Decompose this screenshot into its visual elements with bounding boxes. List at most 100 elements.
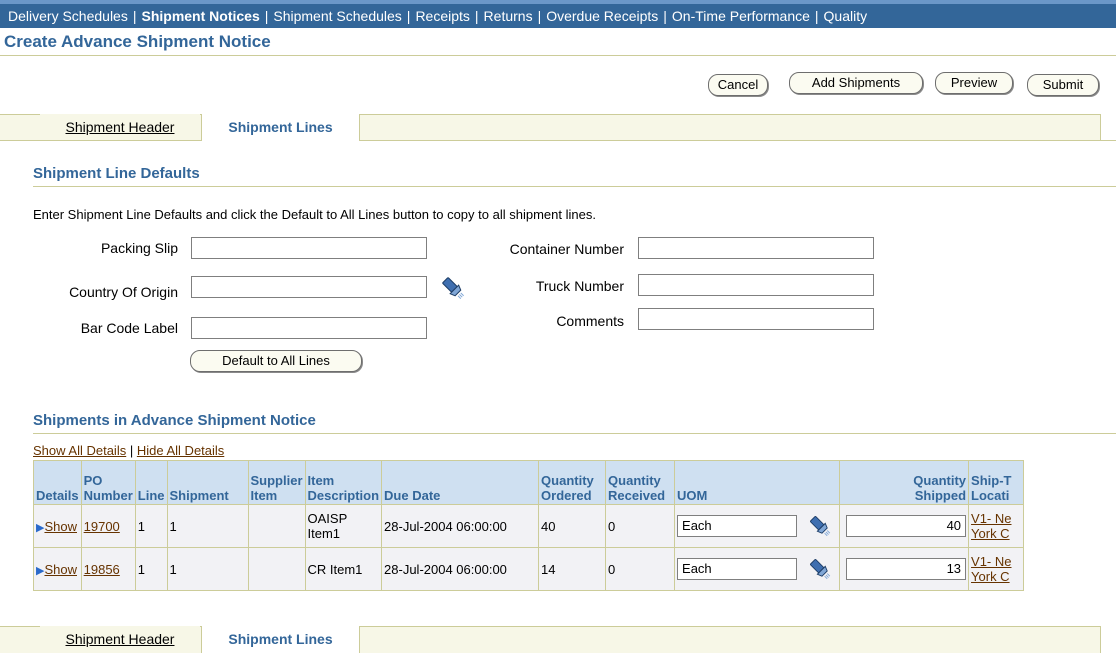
packing-slip-label: Packing Slip [100,240,178,256]
item-description-line2: Item1 [307,526,341,541]
due-date-cell: 28-Jul-2004 06:00:00 [381,547,540,591]
tab-bar-top: Shipment Header Shipment Lines [0,114,1116,141]
bar-code-label-input[interactable] [191,317,427,339]
nav-on-time-performance[interactable]: On-Time Performance [672,8,810,24]
ship-to-cell: V1- Ne York C [968,504,1025,548]
comments-input[interactable] [638,308,874,330]
item-description-cell: CR Item1 [304,547,383,591]
shipment-cell: 1 [166,547,249,591]
shipments-heading: Shipments in Advance Shipment Notice [33,412,316,429]
col-supplier-item-line1: Supplier [250,473,303,488]
uom-cell: Each [674,547,841,591]
tab-shipment-lines[interactable]: Shipment Lines [201,626,360,653]
col-item-description-line2: Description [307,488,380,503]
links-separator: | [129,443,134,458]
defaults-instructions: Enter Shipment Line Defaults and click t… [33,207,596,222]
col-quantity-received: Quantity Received [605,460,676,505]
tab-bar-line [0,140,1116,141]
line-cell: 1 [134,547,168,591]
search-flashlight-icon[interactable] [807,513,833,539]
ship-to-link[interactable]: V1- Ne York C [971,554,1011,584]
title-divider [0,55,1116,56]
default-to-all-lines-button[interactable]: Default to All Lines [190,350,362,372]
quantity-shipped-cell: 40 [839,504,970,548]
nav-quality[interactable]: Quality [824,8,868,24]
supplier-item-cell [247,504,306,548]
detail-links: Show All Details | Hide All Details [33,443,224,458]
po-number-link[interactable]: 19856 [84,562,120,577]
quantity-ordered-cell: 40 [538,504,607,548]
nav-separator: | [132,8,137,24]
table-row: ▶Show 19700 1 1 OAISP Item1 28-Jul-2004 0… [33,504,1025,548]
nav-shipment-schedules[interactable]: Shipment Schedules [273,8,401,24]
shipments-divider [33,433,1116,434]
col-po-number: PO Number [80,460,136,505]
table-header-row: Details PO Number Line Shipment Supplier I… [33,460,1025,505]
col-quantity-shipped-line1: Quantity [913,473,967,488]
container-number-input[interactable] [638,237,874,259]
line-cell: 1 [134,504,168,548]
top-navigation: Delivery Schedules | Shipment Notices | Ship… [0,0,1116,28]
preview-button[interactable]: Preview [935,72,1013,94]
col-quantity-shipped: Quantity Shipped [839,460,970,505]
nav-separator: | [663,8,667,24]
shipments-table: Details PO Number Line Shipment Supplier I… [33,460,1025,591]
nav-separator: | [474,8,479,24]
po-number-cell: 19700 [80,504,136,548]
packing-slip-input[interactable] [191,237,427,259]
nav-separator: | [537,8,542,24]
hide-all-details-link[interactable]: Hide All Details [137,443,224,458]
truck-number-input[interactable] [638,274,874,296]
item-description-cell: OAISP Item1 [304,504,383,548]
container-number-label: Container Number [509,241,624,257]
shipment-cell: 1 [166,504,249,548]
tab-shipment-header[interactable]: Shipment Header [40,626,200,652]
uom-input[interactable]: Each [677,558,798,580]
tab-shipment-lines[interactable]: Shipment Lines [201,114,360,141]
quantity-ordered-cell: 14 [538,547,607,591]
uom-input[interactable]: Each [677,515,798,537]
nav-receipts[interactable]: Receipts [415,8,469,24]
nav-separator: | [406,8,411,24]
tab-bar-bottom: Shipment Header Shipment Lines [0,626,1116,653]
table-row: ▶Show 19856 1 1 CR Item1 28-Jul-2004 06:… [33,547,1025,591]
po-number-link[interactable]: 19700 [84,519,120,534]
add-shipments-button[interactable]: Add Shipments [789,72,923,94]
col-po-number-line1: PO [83,473,103,488]
col-supplier-item-line2: Item [250,488,278,503]
ship-to-line2: York C [971,569,1010,584]
nav-delivery-schedules[interactable]: Delivery Schedules [8,8,128,24]
quantity-shipped-input[interactable]: 13 [846,558,967,580]
col-quantity-ordered-line1: Quantity [541,473,594,488]
ship-to-cell: V1- Ne York C [968,547,1025,591]
nav-shipment-notices[interactable]: Shipment Notices [141,8,259,24]
col-quantity-received-line1: Quantity [608,473,661,488]
quantity-received-cell: 0 [605,547,676,591]
nav-items: Delivery Schedules | Shipment Notices | Ship… [8,8,867,24]
col-supplier-item: Supplier Item [247,460,306,505]
country-of-origin-input[interactable] [191,276,427,298]
search-flashlight-icon[interactable] [807,556,833,582]
page-title: Create Advance Shipment Notice [4,32,271,51]
nav-returns[interactable]: Returns [484,8,533,24]
col-quantity-ordered: Quantity Ordered [538,460,607,505]
details-cell: ▶Show [33,504,82,548]
country-of-origin-label: Country Of Origin [69,284,178,300]
show-all-details-link[interactable]: Show All Details [33,443,126,458]
ship-to-link[interactable]: V1- Ne York C [971,511,1011,541]
show-details-link[interactable]: Show [44,562,77,577]
uom-cell: Each [674,504,841,548]
col-shipment: Shipment [166,460,249,505]
col-ship-to-line1: Ship-T [971,473,1012,488]
tab-shipment-header[interactable]: Shipment Header [40,114,200,140]
cancel-button[interactable]: Cancel [708,74,768,96]
nav-overdue-receipts[interactable]: Overdue Receipts [546,8,658,24]
nav-separator: | [814,8,819,24]
col-item-description: Item Description [304,460,383,505]
show-details-link[interactable]: Show [44,519,77,534]
po-number-cell: 19856 [80,547,136,591]
quantity-shipped-input[interactable]: 40 [846,515,967,537]
submit-button[interactable]: Submit [1027,74,1099,96]
nav-strip [0,0,1116,4]
col-quantity-ordered-line2: Ordered [541,488,592,503]
